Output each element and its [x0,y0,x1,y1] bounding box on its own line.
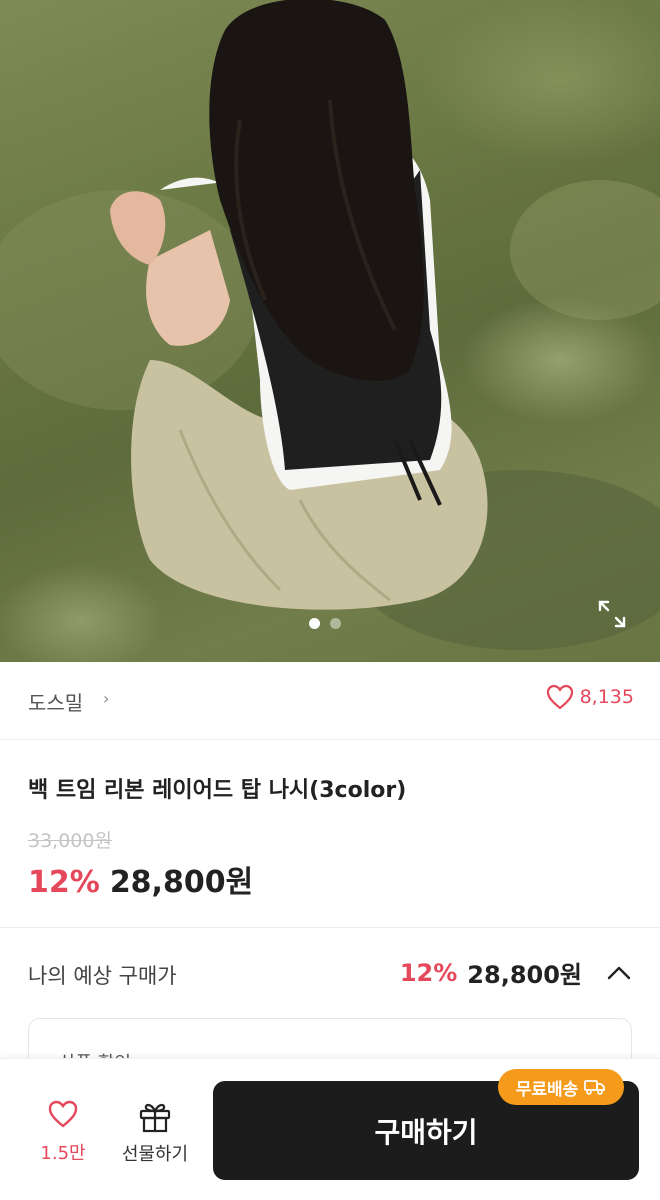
shipping-label: 무료배송 [515,1079,579,1100]
free-shipping-badge: 무료배송 [498,1069,624,1105]
gift-label: 선물하기 [121,1144,189,1165]
gift-button[interactable]: 선물하기 [115,1099,195,1169]
like-button[interactable]: 8,135 [546,684,634,710]
price-line: 12% 28,800원 [28,857,253,901]
page-dot-2[interactable] [330,618,341,629]
product-photo [0,0,660,650]
buy-label: 구매하기 [374,1115,478,1149]
seller-row: 도스밀 › 8,135 [0,662,660,740]
page-dot-1[interactable] [309,618,320,629]
page-indicator [309,618,341,629]
original-price: 33,000원 [28,830,112,852]
chevron-up-icon[interactable] [604,961,634,985]
chevron-right-icon[interactable]: › [103,689,109,708]
sale-price: 28,800원 [109,865,254,900]
product-image[interactable] [0,0,660,662]
wish-button[interactable]: 1.5만 [30,1099,96,1169]
expected-price-label: 나의 예상 구매가 [28,964,177,988]
gift-icon [139,1103,171,1133]
heart-icon [48,1100,78,1128]
product-title: 백 트임 리본 레이어드 탑 나시(3color) [28,778,407,803]
expected-price-toggle[interactable]: 12% 28,800원 [400,955,634,990]
divider [0,927,660,928]
seller-name[interactable]: 도스밀 [28,687,83,716]
discount-rate: 12% [28,865,100,900]
expected-discount: 12% [399,958,458,987]
truck-icon [584,1080,606,1095]
heart-icon [546,684,573,710]
expand-icon[interactable] [596,598,628,630]
expected-price: 28,800원 [467,961,582,989]
wish-count: 1.5만 [40,1143,86,1164]
like-count: 8,135 [579,686,634,708]
